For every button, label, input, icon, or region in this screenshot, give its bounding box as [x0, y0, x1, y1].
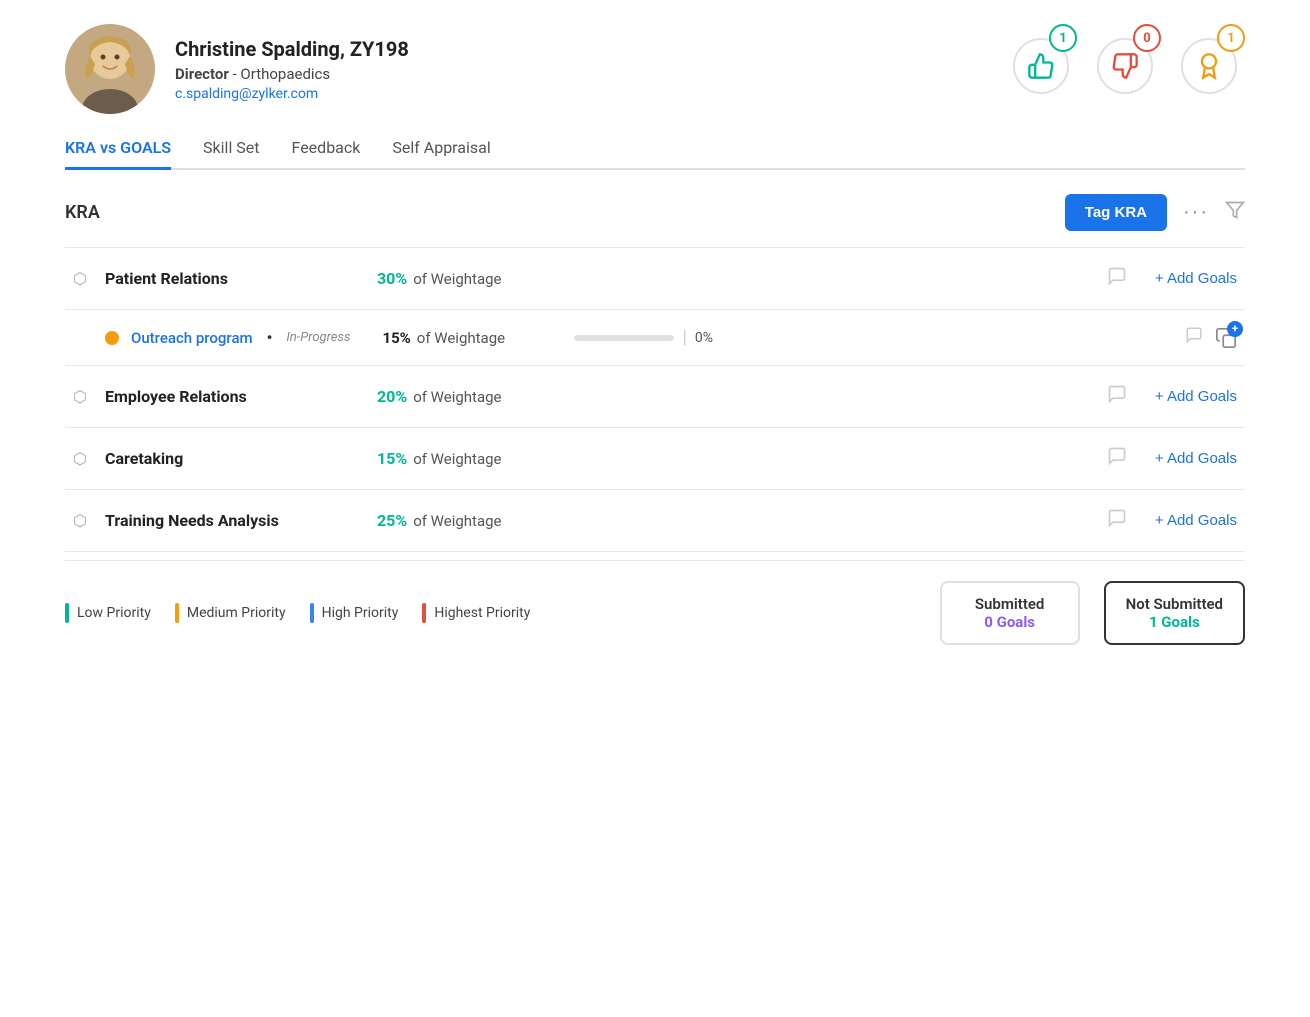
highest-priority-bar — [422, 603, 426, 623]
weight-percent: 25% — [377, 511, 407, 530]
kra-row-training: ⬡ Training Needs Analysis 25% of Weighta… — [65, 490, 1245, 552]
not-submitted-count: 1 Goals — [1149, 613, 1200, 631]
user-email[interactable]: c.spalding@zylker.com — [175, 86, 318, 102]
award-badge: 1 — [1181, 24, 1245, 94]
footer-legend: Low Priority Medium Priority High Priori… — [65, 560, 1245, 665]
profile-header: Christine Spalding, ZY198 Director - Ort… — [65, 24, 1245, 114]
priority-dot — [105, 331, 119, 345]
separator: • — [267, 328, 273, 347]
goal-row-outreach: Outreach program • In-Progress 15% of We… — [65, 310, 1245, 366]
add-goals-button[interactable]: + Add Goals — [1155, 388, 1237, 405]
kra-name: Employee Relations — [105, 387, 305, 406]
kra-weightage: 30% of Weightage — [377, 269, 557, 288]
goal-name[interactable]: Outreach program — [131, 329, 253, 347]
submitted-goals-box: Submitted 0 Goals — [940, 581, 1080, 645]
goal-weight-label: of Weightage — [417, 329, 505, 347]
kra-header: KRA Tag KRA ··· — [65, 194, 1245, 231]
badges-section: 1 0 1 — [1013, 24, 1245, 94]
kra-name: Patient Relations — [105, 269, 305, 288]
user-details: Christine Spalding, ZY198 Director - Ort… — [175, 37, 409, 102]
add-goals-button[interactable]: + Add Goals — [1155, 512, 1237, 529]
tab-kra-vs-goals[interactable]: KRA vs GOALS — [65, 138, 171, 170]
weight-percent: 20% — [377, 387, 407, 406]
kra-actions: Tag KRA ··· — [1065, 194, 1245, 231]
user-info-section: Christine Spalding, ZY198 Director - Ort… — [65, 24, 409, 114]
progress-value: 0% — [695, 330, 713, 346]
award-count: 1 — [1217, 24, 1245, 52]
high-priority-bar — [310, 603, 314, 623]
comment-icon[interactable] — [1107, 266, 1127, 291]
more-options-button[interactable]: ··· — [1183, 201, 1209, 224]
weight-percent: 15% — [377, 449, 407, 468]
medium-priority-label: Medium Priority — [187, 605, 286, 621]
low-priority-bar — [65, 603, 69, 623]
low-priority-label: Low Priority — [77, 605, 151, 621]
positive-count: 1 — [1049, 24, 1077, 52]
submitted-count: 0 Goals — [984, 613, 1035, 631]
tab-skill-set[interactable]: Skill Set — [203, 138, 259, 170]
weight-percent: 30% — [377, 269, 407, 288]
comment-icon[interactable] — [1107, 446, 1127, 471]
goal-comment-icon[interactable] — [1185, 326, 1203, 349]
kra-name: Caretaking — [105, 449, 305, 468]
kra-weightage: 15% of Weightage — [377, 449, 557, 468]
comment-icon[interactable] — [1107, 508, 1127, 533]
weight-label: of Weightage — [413, 512, 501, 530]
legend-highest-priority: Highest Priority — [422, 603, 530, 623]
kra-name: Training Needs Analysis — [105, 511, 305, 530]
tag-kra-button[interactable]: Tag KRA — [1065, 194, 1167, 231]
high-priority-label: High Priority — [322, 605, 399, 621]
comment-icon[interactable] — [1107, 384, 1127, 409]
goal-weight-percent: 15% — [382, 329, 410, 347]
legend-medium-priority: Medium Priority — [175, 603, 286, 623]
tab-self-appraisal[interactable]: Self Appraisal — [392, 138, 490, 170]
filter-button[interactable] — [1225, 200, 1245, 226]
legend-high-priority: High Priority — [310, 603, 399, 623]
user-name: Christine Spalding, ZY198 — [175, 37, 409, 61]
kra-list: ⬡ Patient Relations 30% of Weightage + A… — [65, 247, 1245, 552]
sort-icon: ⬡ — [73, 387, 93, 406]
goal-status: In-Progress — [286, 330, 350, 345]
kra-row-caretaking: ⬡ Caretaking 15% of Weightage + Add Goal… — [65, 428, 1245, 490]
weight-label: of Weightage — [413, 388, 501, 406]
progress-bg — [574, 335, 674, 341]
sort-icon: ⬡ — [73, 511, 93, 530]
add-goals-button[interactable]: + Add Goals — [1155, 270, 1237, 287]
submitted-title: Submitted — [975, 595, 1045, 613]
tab-feedback[interactable]: Feedback — [292, 138, 361, 170]
tab-bar: KRA vs GOALS Skill Set Feedback Self App… — [65, 138, 1245, 170]
copy-add-button[interactable]: + — [1215, 327, 1237, 349]
highest-priority-label: Highest Priority — [434, 605, 530, 621]
progress-bar: | 0% — [574, 327, 1173, 348]
avatar — [65, 24, 155, 114]
not-submitted-goals-box: Not Submitted 1 Goals — [1104, 581, 1245, 645]
negative-feedback-badge: 0 — [1097, 24, 1161, 94]
goal-weightage: 15% of Weightage — [382, 329, 542, 347]
sort-icon: ⬡ — [73, 449, 93, 468]
add-badge: + — [1227, 321, 1243, 337]
negative-count: 0 — [1133, 24, 1161, 52]
kra-row-patient-relations: ⬡ Patient Relations 30% of Weightage + A… — [65, 248, 1245, 310]
user-role: Director - Orthopaedics — [175, 65, 409, 83]
add-goals-button[interactable]: + Add Goals — [1155, 450, 1237, 467]
weight-label: of Weightage — [413, 270, 501, 288]
legend-low-priority: Low Priority — [65, 603, 151, 623]
medium-priority-bar — [175, 603, 179, 623]
not-submitted-title: Not Submitted — [1126, 595, 1223, 613]
kra-weightage: 20% of Weightage — [377, 387, 557, 406]
kra-row-employee-relations: ⬡ Employee Relations 20% of Weightage + … — [65, 366, 1245, 428]
kra-title: KRA — [65, 202, 100, 223]
weight-label: of Weightage — [413, 450, 501, 468]
progress-sep: | — [682, 327, 686, 348]
sort-icon: ⬡ — [73, 269, 93, 288]
kra-weightage: 25% of Weightage — [377, 511, 557, 530]
positive-feedback-badge: 1 — [1013, 24, 1077, 94]
